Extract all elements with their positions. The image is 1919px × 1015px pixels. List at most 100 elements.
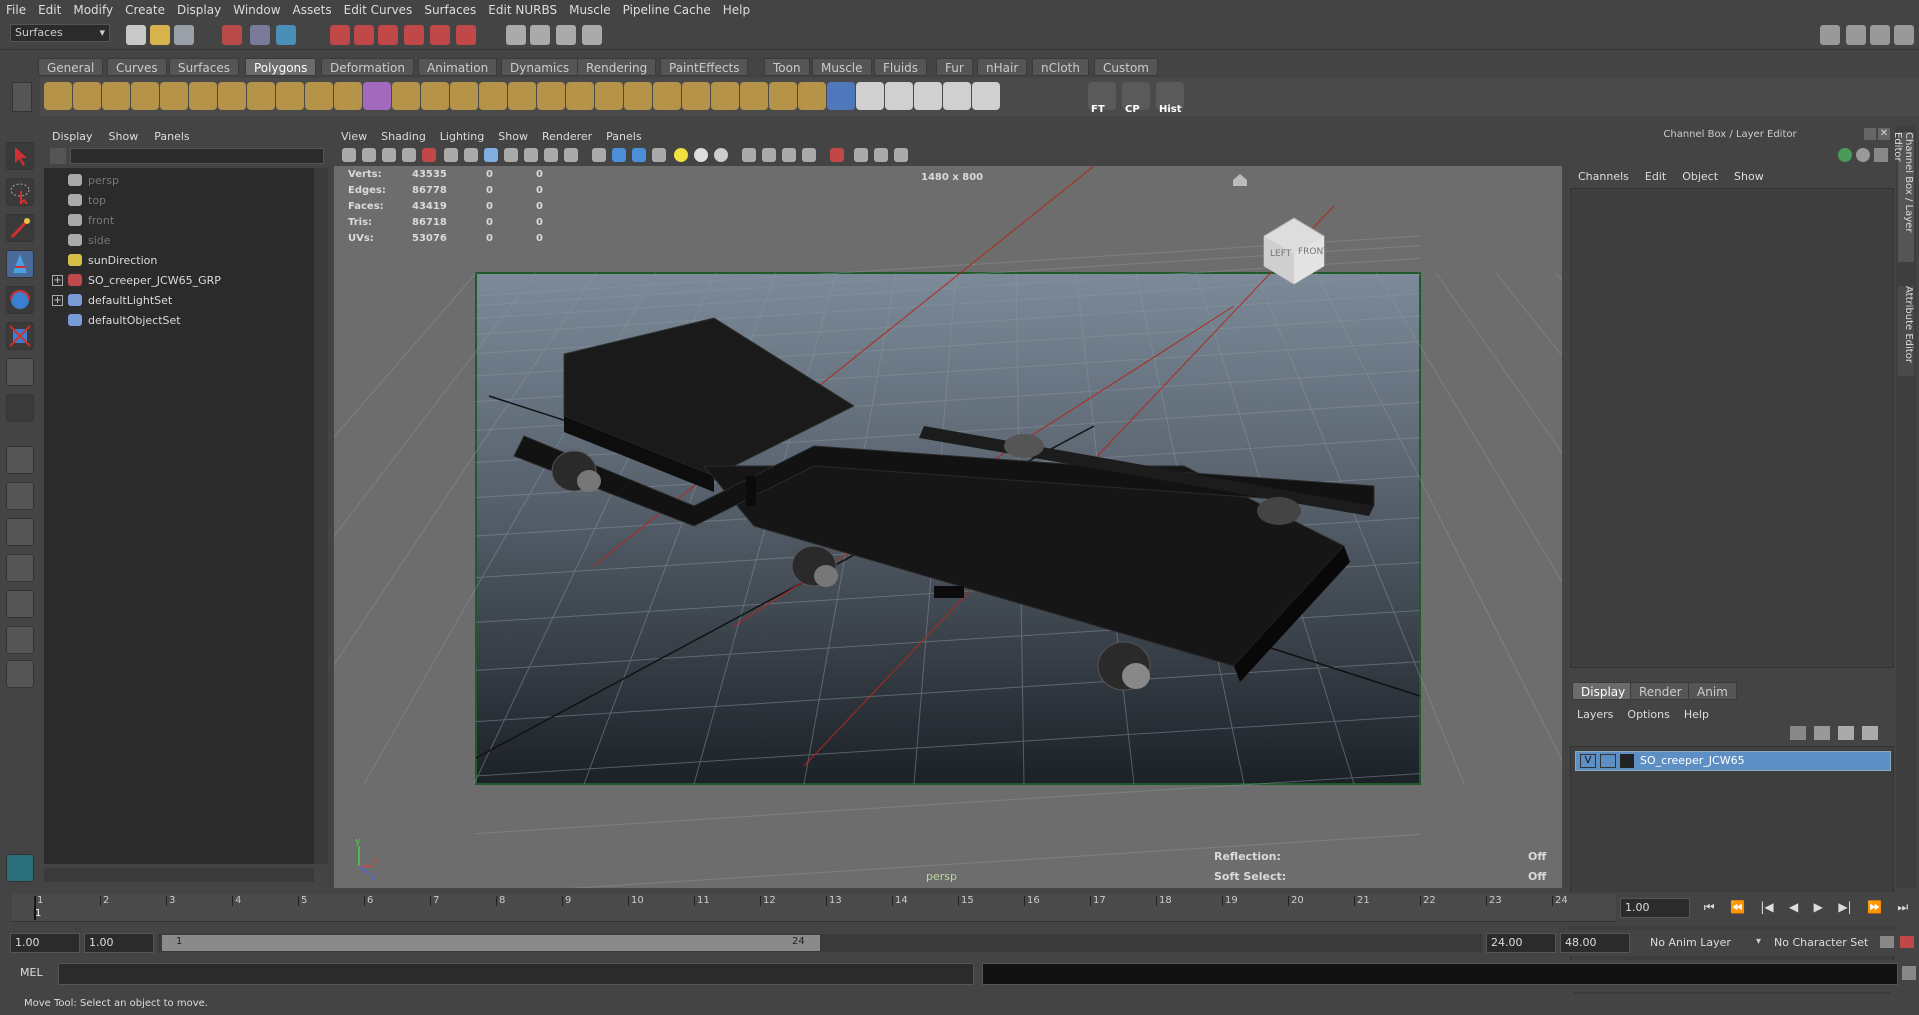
move-tool-icon[interactable] [6,250,34,278]
menu-help[interactable]: Help [717,3,756,17]
four-pane-layout-icon[interactable] [6,482,34,510]
attribute-editor-toggle-icon[interactable] [1846,25,1866,45]
outliner-menu-display[interactable]: Display [44,130,101,143]
command-input[interactable] [58,963,974,985]
layer-visibility-toggle[interactable]: V [1580,754,1596,768]
menu-file[interactable]: File [0,3,32,17]
menu-create[interactable]: Create [119,3,171,17]
shelf-tab-surfaces[interactable]: Surfaces [169,58,239,76]
wireframe-on-shaded-icon[interactable] [632,148,646,162]
snap-plane-icon[interactable] [404,25,424,45]
layer-menu-help[interactable]: Help [1677,708,1716,721]
sculpt-icon[interactable] [827,82,855,110]
time-slider[interactable]: 1 1 2 3 4 5 6 7 8 9 10 11 12 13 14 15 16 17 18 19 20 21 22 23 2… [0,892,1919,926]
single-pane-layout-icon[interactable] [6,446,34,474]
safe-title-icon[interactable] [564,148,578,162]
current-time-field[interactable]: 1.00 [1620,898,1690,918]
poly-sphere-icon[interactable] [44,82,72,110]
anim-start-field[interactable]: 1.00 [84,933,154,953]
history-icon[interactable] [456,25,476,45]
shelf-tab-custom[interactable]: Custom [1094,58,1158,76]
shelf-tab-animation[interactable]: Animation [418,58,498,76]
go-to-start-icon[interactable]: ⏮ [1704,900,1715,918]
layer-color-swatch[interactable] [1620,754,1634,768]
layer-menu-layers[interactable]: Layers [1570,708,1620,721]
close-icon[interactable]: ✕ [1878,128,1890,140]
shelf-tab-muscle[interactable]: Muscle [812,58,872,76]
menu-modify[interactable]: Modify [67,3,119,17]
wireframe-icon[interactable] [592,148,606,162]
side-tab-attribute-editor[interactable]: Attribute Editor [1898,286,1914,376]
cb-hyper-icon[interactable] [1874,148,1888,162]
outliner-item[interactable]: persp [88,174,119,187]
shelf-tab-curves[interactable]: Curves [107,58,167,76]
shelf-tab-fur[interactable]: Fur [936,58,973,76]
layer-down-icon[interactable] [1862,726,1878,740]
character-set-dropdown[interactable]: No Character Set [1774,936,1868,949]
outliner-item[interactable]: SO_creeper_JCW65_GRP [88,274,221,287]
insert-edge-loop-icon[interactable] [711,82,739,110]
frame-all-icon[interactable] [854,148,868,162]
outliner-item[interactable]: defaultObjectSet [88,314,181,327]
graph-persp-layout-icon[interactable] [6,554,34,582]
outliner-vertical-scrollbar[interactable] [314,168,328,864]
shelf-tab-rendering[interactable]: Rendering [577,58,657,76]
ambient-occlusion-icon[interactable] [802,148,816,162]
shelf-tab-deformation[interactable]: Deformation [321,58,414,76]
uv-editor-icon[interactable] [972,82,1000,110]
viewport-menu-panels[interactable]: Panels [599,130,648,143]
poly-pyramid-icon[interactable] [247,82,275,110]
bridge-icon[interactable] [566,82,594,110]
resolution-gate-icon[interactable] [484,148,498,162]
channel-menu-edit[interactable]: Edit [1637,170,1674,183]
poly-soccer-ball-icon[interactable] [305,82,333,110]
scale-tool-icon[interactable] [6,322,34,350]
textured-icon[interactable] [652,148,666,162]
shelf-tab-fluids[interactable]: Fluids [874,58,928,76]
shelf-tab-polygons[interactable]: Polygons [245,58,317,76]
poly-cylinder-icon[interactable] [102,82,130,110]
hypershade-layout-icon[interactable] [6,590,34,618]
wedge-icon[interactable] [798,82,826,110]
outliner-menu-panels[interactable]: Panels [146,130,197,143]
channel-menu-channels[interactable]: Channels [1570,170,1637,183]
anim-prefs-icon[interactable] [1900,936,1914,948]
side-tab-channel-box[interactable]: Channel Box / Layer Editor [1892,132,1914,262]
mode-dropdown[interactable]: Surfaces ▾ [10,24,110,42]
outliner-item[interactable]: defaultLightSet [88,294,172,307]
layer-tab-render[interactable]: Render [1630,682,1691,700]
extract-icon[interactable] [421,82,449,110]
menu-pipeline-cache[interactable]: Pipeline Cache [617,3,717,17]
poly-torus-icon[interactable] [189,82,217,110]
fill-hole-icon[interactable] [769,82,797,110]
xray-components-icon[interactable] [782,148,796,162]
outliner-search-input[interactable] [70,148,324,164]
poly-cone-icon[interactable] [131,82,159,110]
go-to-end-icon[interactable]: ⏭ [1897,900,1908,918]
layout-options-icon[interactable] [6,660,34,688]
xray-joints-icon[interactable] [762,148,776,162]
layer-tab-display[interactable]: Display [1572,682,1635,700]
last-tool-icon[interactable] [6,358,34,386]
menu-edit[interactable]: Edit [32,3,67,17]
bevel-icon[interactable] [537,82,565,110]
menu-display[interactable]: Display [171,3,227,17]
shelf-tab-dynamics[interactable]: Dynamics [501,58,579,76]
toggle-panel-icon[interactable] [1820,25,1840,45]
viewport-menu-view[interactable]: View [334,130,374,143]
camera-nav-icon[interactable] [894,148,908,162]
play-forward-icon[interactable]: ▶ [1814,900,1823,918]
open-scene-icon[interactable] [150,25,170,45]
new-layer-icon[interactable] [1790,726,1806,740]
camera-select-icon[interactable] [342,148,356,162]
layer-menu-options[interactable]: Options [1620,708,1676,721]
channel-box-toggle-icon[interactable] [1894,25,1914,45]
step-back-frame-icon[interactable]: |◀ [1760,900,1773,918]
custom-layout-icon[interactable] [6,626,34,654]
snap-surface-icon[interactable] [430,25,450,45]
render-current-icon[interactable] [530,25,550,45]
delete-history-icon[interactable]: Hist [1156,82,1184,115]
uv-automatic-icon[interactable] [943,82,971,110]
uv-planar-icon[interactable] [856,82,884,110]
outliner-item[interactable]: top [88,194,106,207]
